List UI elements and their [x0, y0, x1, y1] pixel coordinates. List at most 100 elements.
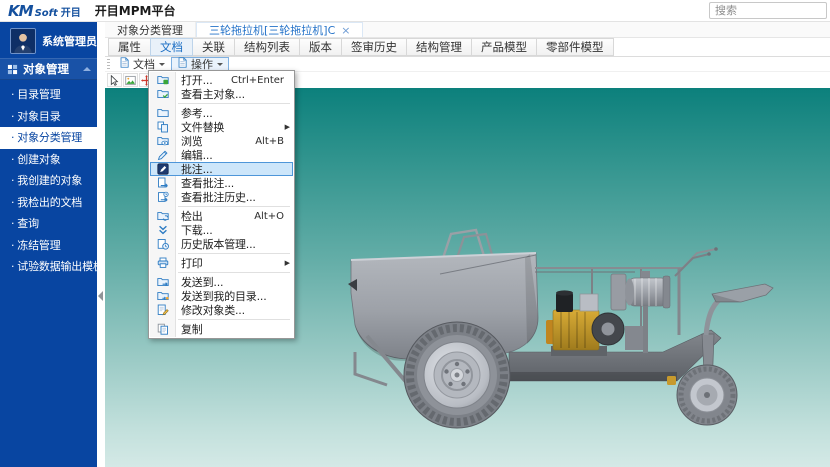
menu-item-shortcut: Ctrl+Enter	[231, 75, 293, 86]
menu-item-modify-class[interactable]: 修改对象类...	[150, 303, 293, 317]
document-icon	[119, 57, 133, 71]
menu-item-file-replace[interactable]: 文件替换▶	[150, 120, 293, 134]
avatar	[10, 28, 36, 54]
subtab-0[interactable]: 属性	[108, 38, 151, 56]
menu-item-copy[interactable]: 复制	[150, 322, 293, 336]
checkout-icon	[150, 210, 176, 222]
sidebar-group-label: 对象管理	[23, 61, 83, 77]
annotate-icon	[150, 163, 176, 175]
operation-dropdown-menu: 打开...Ctrl+Enter查看主对象... 参考...文件替换▶浏览Alt+B…	[148, 70, 295, 339]
send-to-icon	[150, 276, 176, 288]
modify-class-icon	[150, 304, 176, 316]
sidebar-item-6[interactable]: 查询	[0, 213, 97, 235]
menu-item-shortcut: Alt+O	[254, 211, 293, 222]
document-menu-button[interactable]: 文档	[113, 57, 171, 71]
subtab-bar: 属性文档关联结构列表版本签审历史结构管理产品模型零部件模型	[105, 38, 830, 57]
menu-separator	[178, 206, 290, 207]
logo-soft: Soft	[35, 8, 58, 19]
tab-bar: 对象分类管理 三轮拖拉机[三轮拖拉机]C ×	[105, 22, 830, 38]
subtab-6[interactable]: 结构管理	[406, 38, 472, 56]
print-icon	[150, 257, 176, 269]
menu-item-label: 历史版本管理...	[176, 236, 293, 252]
menu-item-label: 查看主对象...	[176, 86, 293, 102]
caret-down-icon	[217, 63, 223, 66]
subtab-8[interactable]: 零部件模型	[536, 38, 614, 56]
menu-item-label: 查看批注历史...	[176, 189, 293, 205]
reference-icon	[150, 107, 176, 119]
sidebar: 系统管理员 对象管理 目录管理对象目录对象分类管理创建对象我创建的对象我检出的文…	[0, 22, 97, 467]
km-soft-logo: KM Soft 开目	[8, 2, 81, 20]
menu-item-shortcut: Alt+B	[255, 136, 293, 147]
grid-icon	[7, 64, 18, 75]
sidebar-item-3[interactable]: 创建对象	[0, 149, 97, 171]
collapse-left-icon[interactable]	[98, 291, 103, 301]
menu-item-checkout[interactable]: 检出Alt+O	[150, 209, 293, 223]
cursor-icon[interactable]	[107, 73, 122, 87]
menu-item-send-to[interactable]: 发送到...	[150, 275, 293, 289]
menu-item-annotate[interactable]: 批注...	[150, 162, 293, 176]
sidebar-item-0[interactable]: 目录管理	[0, 84, 97, 106]
view-master-icon	[150, 88, 176, 100]
send-to-my-folder-icon	[150, 290, 176, 302]
operation-icon	[177, 57, 191, 71]
subtab-1[interactable]: 文档	[150, 38, 193, 56]
menu-separator	[178, 253, 290, 254]
menu-separator	[178, 319, 290, 320]
user-row: 系统管理员	[0, 22, 97, 58]
menu-item-view-annotation-history[interactable]: 查看批注历史...	[150, 190, 293, 204]
menu-separator	[178, 103, 290, 104]
subtab-5[interactable]: 签审历史	[341, 38, 407, 56]
image-fit-icon[interactable]	[123, 73, 138, 87]
tab-1[interactable]: 三轮拖拉机[三轮拖拉机]C ×	[196, 22, 363, 37]
collapse-up-icon	[83, 67, 91, 71]
subtab-4[interactable]: 版本	[299, 38, 342, 56]
search-input[interactable]	[709, 2, 827, 19]
menu-item-browse[interactable]: 浏览Alt+B	[150, 134, 293, 148]
menu-item-edit[interactable]: 编辑...	[150, 148, 293, 162]
submenu-arrow-icon: ▶	[285, 123, 293, 131]
sidebar-item-7[interactable]: 冻结管理	[0, 235, 97, 257]
view-annotation-icon	[150, 177, 176, 189]
sidebar-divider	[97, 22, 105, 467]
sidebar-item-8[interactable]: 试验数据输出模板	[0, 256, 97, 278]
menu-item-history-version[interactable]: 历史版本管理...	[150, 237, 293, 251]
logo-km: KM	[8, 2, 33, 20]
copy-icon	[150, 323, 176, 335]
menu-separator	[178, 272, 290, 273]
menu-item-label: 打印	[176, 255, 285, 271]
subtab-3[interactable]: 结构列表	[234, 38, 300, 56]
toolbar-drag-handle[interactable]	[107, 59, 110, 69]
tab-label: 对象分类管理	[117, 22, 183, 38]
subtab-2[interactable]: 关联	[192, 38, 235, 56]
menu-item-view-master[interactable]: 查看主对象...	[150, 87, 293, 101]
titlebar: KM Soft 开目 开目MPM平台	[0, 0, 830, 22]
sidebar-item-4[interactable]: 我创建的对象	[0, 170, 97, 192]
sidebar-item-2[interactable]: 对象分类管理	[0, 127, 97, 149]
view-annotation-history-icon	[150, 191, 176, 203]
menu-item-open-folder[interactable]: 打开...Ctrl+Enter	[150, 73, 293, 87]
menu-item-reference[interactable]: 参考...	[150, 106, 293, 120]
submenu-arrow-icon: ▶	[285, 259, 293, 267]
tab-close-icon[interactable]: ×	[341, 24, 350, 37]
tab-label: 三轮拖拉机[三轮拖拉机]C	[209, 22, 335, 38]
subtab-7[interactable]: 产品模型	[471, 38, 537, 56]
menu-item-view-annotation[interactable]: 查看批注...	[150, 176, 293, 190]
open-folder-icon	[150, 74, 176, 86]
sidebar-group-object-management[interactable]: 对象管理	[0, 58, 97, 80]
logo-cn: 开目	[61, 4, 81, 19]
browse-icon	[150, 135, 176, 147]
menu-item-label: 复制	[176, 321, 293, 337]
menu-item-download[interactable]: 下载...	[150, 223, 293, 237]
operation-menu-button[interactable]: 操作	[171, 57, 229, 71]
history-version-icon	[150, 238, 176, 250]
sidebar-item-1[interactable]: 对象目录	[0, 106, 97, 128]
app-title: 开目MPM平台	[95, 2, 176, 19]
sidebar-item-5[interactable]: 我检出的文档	[0, 192, 97, 214]
menu-item-send-to-my-folder[interactable]: 发送到我的目录...	[150, 289, 293, 303]
user-name: 系统管理员	[42, 33, 97, 49]
tab-0[interactable]: 对象分类管理	[105, 22, 196, 37]
file-replace-icon	[150, 121, 176, 133]
download-icon	[150, 224, 176, 236]
caret-down-icon	[159, 63, 165, 66]
menu-item-print[interactable]: 打印▶	[150, 256, 293, 270]
